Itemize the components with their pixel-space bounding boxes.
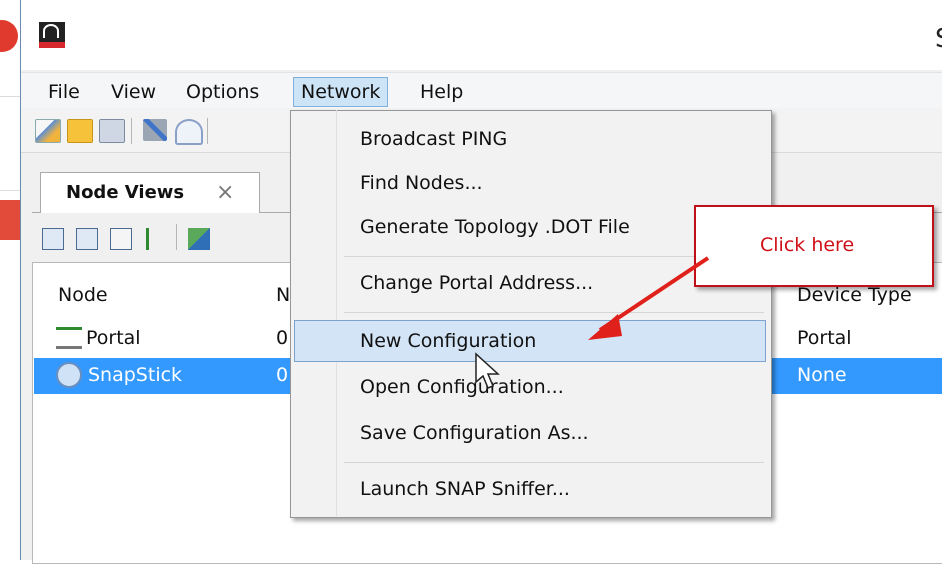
title-bar: S	[21, 0, 942, 70]
callout-arrow-icon	[588, 256, 710, 340]
cell-n: 0	[276, 364, 289, 386]
menu-view[interactable]: View	[104, 79, 163, 105]
cell-n: 0	[276, 327, 289, 349]
edit-icon[interactable]	[35, 119, 61, 143]
app-icon	[39, 22, 65, 48]
menu-icon-gutter	[290, 110, 337, 516]
list-view-icon[interactable]	[110, 228, 132, 250]
toolbar-separator	[207, 118, 208, 144]
menu-item-launch-snap-sniffer[interactable]: Launch SNAP Sniffer...	[360, 478, 570, 500]
menu-help[interactable]: Help	[413, 79, 470, 105]
menu-item-change-portal-address[interactable]: Change Portal Address...	[360, 272, 593, 294]
menu-network[interactable]: Network	[293, 77, 389, 107]
background-divider	[0, 190, 20, 191]
window-title: S	[935, 24, 942, 54]
menu-options[interactable]: Options	[179, 79, 266, 105]
background-divider	[0, 96, 20, 97]
background-red-bar	[0, 200, 20, 240]
menu-item-open-configuration[interactable]: Open Configuration...	[360, 376, 564, 398]
folder-icon[interactable]	[67, 119, 93, 143]
tab-close-icon[interactable]: ×	[216, 180, 234, 205]
copy-icon[interactable]	[99, 119, 125, 143]
column-header-n[interactable]: N	[276, 284, 290, 306]
tab-label: Node Views	[66, 182, 185, 203]
tree-view-icon[interactable]	[146, 228, 160, 250]
refresh-icon[interactable]	[188, 228, 210, 250]
column-header-device-type[interactable]: Device Type	[797, 284, 912, 306]
portal-icon	[56, 327, 82, 349]
cell-node: Portal	[86, 327, 141, 349]
close-circle-background	[0, 20, 18, 52]
plug-icon[interactable]	[143, 119, 167, 141]
menu-item-find-nodes[interactable]: Find Nodes...	[360, 172, 483, 194]
callout-text: Click here	[760, 234, 855, 256]
menu-item-new-configuration[interactable]: New Configuration	[360, 330, 536, 352]
menu-file[interactable]: File	[41, 79, 87, 105]
menu-item-generate-topology[interactable]: Generate Topology .DOT File	[360, 216, 630, 238]
mouse-cursor-icon	[475, 352, 500, 389]
antenna-icon[interactable]	[175, 119, 203, 145]
menu-item-broadcast-ping[interactable]: Broadcast PING	[360, 128, 507, 150]
snapstick-icon	[56, 362, 82, 388]
cell-device-type: None	[797, 364, 847, 386]
menu-item-save-configuration-as[interactable]: Save Configuration As...	[360, 422, 589, 444]
cell-device-type: Portal	[797, 327, 852, 349]
menu-bar: File View Options Network Help	[21, 72, 942, 109]
toolbar-separator	[131, 118, 132, 144]
menu-separator	[344, 462, 764, 463]
toolbar-separator	[176, 224, 177, 250]
details-view-icon[interactable]	[42, 228, 64, 250]
column-header-node[interactable]: Node	[58, 284, 108, 306]
grid-view-icon[interactable]	[76, 228, 98, 250]
cell-node: SnapStick	[88, 364, 183, 386]
